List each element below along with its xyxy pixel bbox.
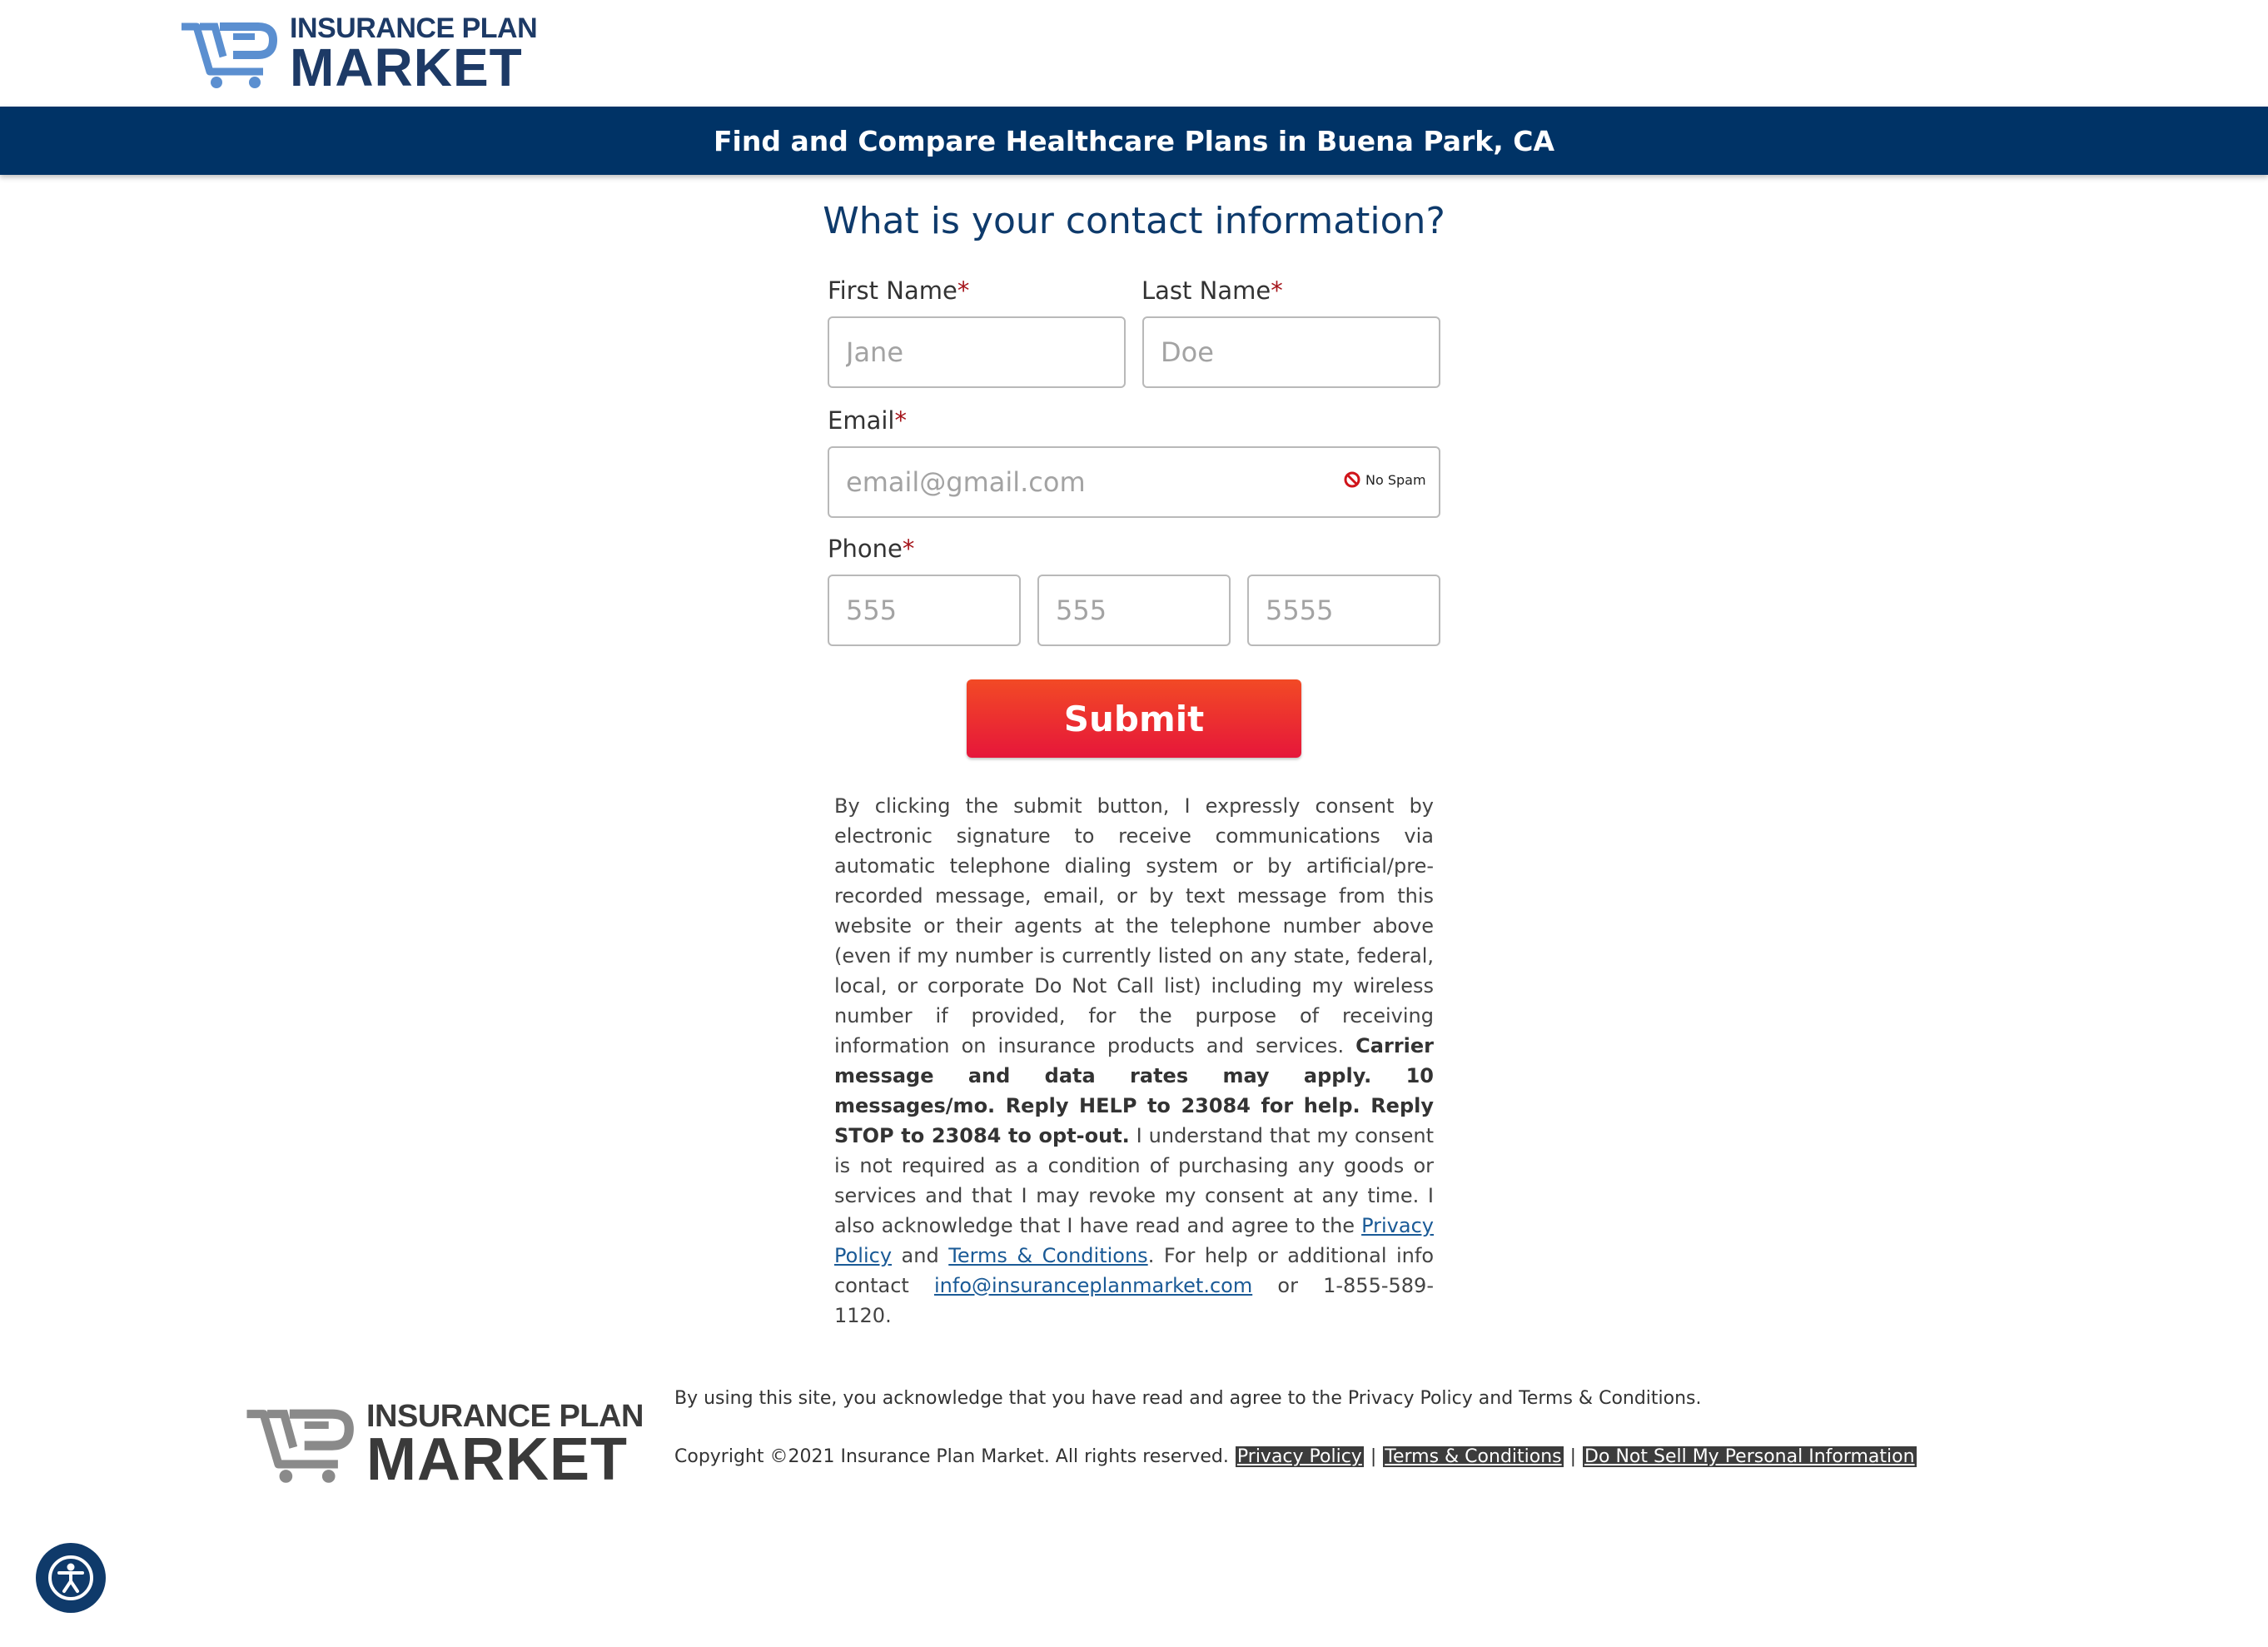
no-spam-label: No Spam <box>1365 471 1426 488</box>
footer-privacy-link[interactable]: Privacy Policy <box>1235 1446 1364 1467</box>
banner-title: Find and Compare Healthcare Plans in Bue… <box>714 124 1554 157</box>
footer-acknowledgement: By using this site, you acknowledge that… <box>674 1388 1702 1409</box>
logo-line2: MARKET <box>290 37 523 97</box>
phone-line-input[interactable] <box>1247 575 1440 646</box>
accessibility-icon <box>48 1555 93 1600</box>
form-title: What is your contact information? <box>823 200 1445 242</box>
phone-label: Phone* <box>828 535 915 563</box>
page-banner: Find and Compare Healthcare Plans in Bue… <box>0 107 2268 175</box>
footer-do-not-sell-link[interactable]: Do Not Sell My Personal Information <box>1583 1446 1917 1467</box>
footer-separator: | <box>1370 1446 1377 1467</box>
cart-logo-icon <box>182 22 278 88</box>
cart-logo-icon <box>246 1409 354 1483</box>
last-name-input[interactable] <box>1142 316 1440 388</box>
accessibility-button[interactable] <box>36 1543 106 1613</box>
no-spam-badge: No Spam <box>1344 471 1426 488</box>
consent-terms-link[interactable]: Terms & Conditions <box>948 1244 1147 1267</box>
copyright-text: Copyright ©2021 Insurance Plan Market. A… <box>674 1446 1229 1467</box>
first-name-input[interactable] <box>828 316 1126 388</box>
contact-email-link[interactable]: info@insuranceplanmarket.com <box>934 1274 1252 1297</box>
required-mark: * <box>957 276 970 305</box>
footer-copyright-row: Copyright ©2021 Insurance Plan Market. A… <box>674 1446 1917 1467</box>
footer-logo-line2: MARKET <box>366 1426 628 1493</box>
site-logo[interactable]: INSURANCE PLAN MARKET <box>178 14 538 97</box>
required-mark: * <box>1271 276 1283 305</box>
footer-separator: | <box>1569 1446 1577 1467</box>
required-mark: * <box>894 406 907 435</box>
top-header: INSURANCE PLAN MARKET <box>0 0 2268 107</box>
submit-button[interactable]: Submit <box>967 679 1301 758</box>
footer-terms-link[interactable]: Terms & Conditions <box>1383 1446 1564 1467</box>
no-spam-icon <box>1344 471 1360 488</box>
last-name-label: Last Name* <box>1141 276 1283 305</box>
required-mark: * <box>902 535 915 563</box>
email-label: Email* <box>828 406 907 435</box>
phone-prefix-input[interactable] <box>1037 575 1231 646</box>
phone-area-code-input[interactable] <box>828 575 1021 646</box>
consent-disclaimer: By clicking the submit button, I express… <box>834 794 1435 1327</box>
footer-logo[interactable]: INSURANCE PLAN MARKET <box>243 1401 644 1493</box>
first-name-label: First Name* <box>828 276 970 305</box>
